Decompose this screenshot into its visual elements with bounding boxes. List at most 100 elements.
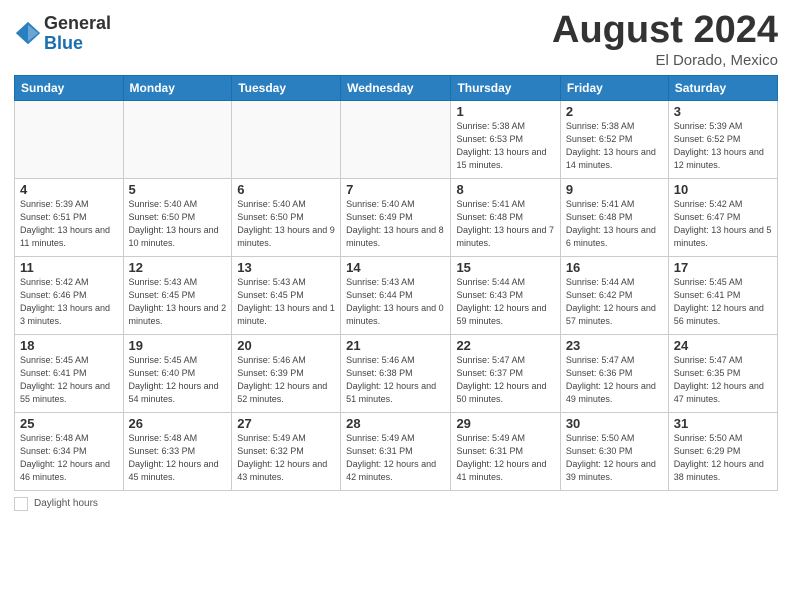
calendar-cell: 9Sunrise: 5:41 AM Sunset: 6:48 PM Daylig… <box>560 178 668 256</box>
header: General Blue August 2024 El Dorado, Mexi… <box>14 10 778 69</box>
day-number: 25 <box>20 416 118 431</box>
calendar-cell: 14Sunrise: 5:43 AM Sunset: 6:44 PM Dayli… <box>341 256 451 334</box>
day-number: 24 <box>674 338 772 353</box>
calendar-week-0: 1Sunrise: 5:38 AM Sunset: 6:53 PM Daylig… <box>15 100 778 178</box>
day-number: 15 <box>456 260 554 275</box>
calendar-cell: 25Sunrise: 5:48 AM Sunset: 6:34 PM Dayli… <box>15 412 124 490</box>
calendar-cell: 18Sunrise: 5:45 AM Sunset: 6:41 PM Dayli… <box>15 334 124 412</box>
day-info: Sunrise: 5:45 AM Sunset: 6:41 PM Dayligh… <box>674 276 772 328</box>
day-number: 18 <box>20 338 118 353</box>
title-block: August 2024 El Dorado, Mexico <box>552 10 778 69</box>
day-number: 21 <box>346 338 445 353</box>
calendar-cell: 24Sunrise: 5:47 AM Sunset: 6:35 PM Dayli… <box>668 334 777 412</box>
calendar-cell: 12Sunrise: 5:43 AM Sunset: 6:45 PM Dayli… <box>123 256 232 334</box>
daylight-label: Daylight hours <box>34 498 98 509</box>
day-info: Sunrise: 5:41 AM Sunset: 6:48 PM Dayligh… <box>566 198 663 250</box>
day-info: Sunrise: 5:46 AM Sunset: 6:39 PM Dayligh… <box>237 354 335 406</box>
calendar-cell: 7Sunrise: 5:40 AM Sunset: 6:49 PM Daylig… <box>341 178 451 256</box>
day-number: 20 <box>237 338 335 353</box>
day-info: Sunrise: 5:40 AM Sunset: 6:49 PM Dayligh… <box>346 198 445 250</box>
day-info: Sunrise: 5:49 AM Sunset: 6:31 PM Dayligh… <box>456 432 554 484</box>
day-info: Sunrise: 5:47 AM Sunset: 6:36 PM Dayligh… <box>566 354 663 406</box>
calendar-cell: 4Sunrise: 5:39 AM Sunset: 6:51 PM Daylig… <box>15 178 124 256</box>
calendar-cell: 2Sunrise: 5:38 AM Sunset: 6:52 PM Daylig… <box>560 100 668 178</box>
calendar-cell: 26Sunrise: 5:48 AM Sunset: 6:33 PM Dayli… <box>123 412 232 490</box>
day-info: Sunrise: 5:38 AM Sunset: 6:52 PM Dayligh… <box>566 120 663 172</box>
col-header-thursday: Thursday <box>451 75 560 100</box>
footer: Daylight hours <box>14 497 778 511</box>
day-info: Sunrise: 5:41 AM Sunset: 6:48 PM Dayligh… <box>456 198 554 250</box>
day-number: 5 <box>129 182 227 197</box>
day-number: 30 <box>566 416 663 431</box>
day-info: Sunrise: 5:49 AM Sunset: 6:31 PM Dayligh… <box>346 432 445 484</box>
day-number: 26 <box>129 416 227 431</box>
day-info: Sunrise: 5:42 AM Sunset: 6:46 PM Dayligh… <box>20 276 118 328</box>
col-header-monday: Monday <box>123 75 232 100</box>
day-info: Sunrise: 5:44 AM Sunset: 6:42 PM Dayligh… <box>566 276 663 328</box>
location: El Dorado, Mexico <box>552 52 778 69</box>
calendar-cell: 22Sunrise: 5:47 AM Sunset: 6:37 PM Dayli… <box>451 334 560 412</box>
day-number: 13 <box>237 260 335 275</box>
logo-blue-text: Blue <box>44 34 111 54</box>
col-header-sunday: Sunday <box>15 75 124 100</box>
calendar-week-4: 25Sunrise: 5:48 AM Sunset: 6:34 PM Dayli… <box>15 412 778 490</box>
calendar-cell: 15Sunrise: 5:44 AM Sunset: 6:43 PM Dayli… <box>451 256 560 334</box>
day-number: 27 <box>237 416 335 431</box>
calendar-cell: 31Sunrise: 5:50 AM Sunset: 6:29 PM Dayli… <box>668 412 777 490</box>
daylight-box <box>14 497 28 511</box>
logo: General Blue <box>14 14 111 54</box>
col-header-wednesday: Wednesday <box>341 75 451 100</box>
day-info: Sunrise: 5:46 AM Sunset: 6:38 PM Dayligh… <box>346 354 445 406</box>
day-number: 10 <box>674 182 772 197</box>
calendar-cell: 11Sunrise: 5:42 AM Sunset: 6:46 PM Dayli… <box>15 256 124 334</box>
day-info: Sunrise: 5:47 AM Sunset: 6:37 PM Dayligh… <box>456 354 554 406</box>
day-number: 28 <box>346 416 445 431</box>
day-number: 6 <box>237 182 335 197</box>
day-number: 4 <box>20 182 118 197</box>
day-info: Sunrise: 5:49 AM Sunset: 6:32 PM Dayligh… <box>237 432 335 484</box>
day-number: 14 <box>346 260 445 275</box>
calendar-cell: 28Sunrise: 5:49 AM Sunset: 6:31 PM Dayli… <box>341 412 451 490</box>
day-info: Sunrise: 5:40 AM Sunset: 6:50 PM Dayligh… <box>129 198 227 250</box>
calendar-cell: 16Sunrise: 5:44 AM Sunset: 6:42 PM Dayli… <box>560 256 668 334</box>
calendar-cell: 8Sunrise: 5:41 AM Sunset: 6:48 PM Daylig… <box>451 178 560 256</box>
day-info: Sunrise: 5:48 AM Sunset: 6:34 PM Dayligh… <box>20 432 118 484</box>
day-number: 19 <box>129 338 227 353</box>
logo-general-text: General <box>44 14 111 34</box>
calendar-cell <box>15 100 124 178</box>
day-info: Sunrise: 5:43 AM Sunset: 6:45 PM Dayligh… <box>237 276 335 328</box>
day-number: 2 <box>566 104 663 119</box>
calendar-cell: 13Sunrise: 5:43 AM Sunset: 6:45 PM Dayli… <box>232 256 341 334</box>
day-info: Sunrise: 5:39 AM Sunset: 6:51 PM Dayligh… <box>20 198 118 250</box>
day-number: 23 <box>566 338 663 353</box>
day-number: 8 <box>456 182 554 197</box>
calendar-cell: 21Sunrise: 5:46 AM Sunset: 6:38 PM Dayli… <box>341 334 451 412</box>
logo-icon <box>14 20 42 48</box>
calendar-cell: 6Sunrise: 5:40 AM Sunset: 6:50 PM Daylig… <box>232 178 341 256</box>
calendar-table: SundayMondayTuesdayWednesdayThursdayFrid… <box>14 75 778 491</box>
calendar-week-3: 18Sunrise: 5:45 AM Sunset: 6:41 PM Dayli… <box>15 334 778 412</box>
day-info: Sunrise: 5:50 AM Sunset: 6:29 PM Dayligh… <box>674 432 772 484</box>
day-info: Sunrise: 5:45 AM Sunset: 6:40 PM Dayligh… <box>129 354 227 406</box>
calendar-week-2: 11Sunrise: 5:42 AM Sunset: 6:46 PM Dayli… <box>15 256 778 334</box>
day-number: 31 <box>674 416 772 431</box>
day-info: Sunrise: 5:48 AM Sunset: 6:33 PM Dayligh… <box>129 432 227 484</box>
day-number: 3 <box>674 104 772 119</box>
day-info: Sunrise: 5:38 AM Sunset: 6:53 PM Dayligh… <box>456 120 554 172</box>
day-number: 16 <box>566 260 663 275</box>
calendar-cell: 10Sunrise: 5:42 AM Sunset: 6:47 PM Dayli… <box>668 178 777 256</box>
calendar-cell: 29Sunrise: 5:49 AM Sunset: 6:31 PM Dayli… <box>451 412 560 490</box>
calendar-cell: 20Sunrise: 5:46 AM Sunset: 6:39 PM Dayli… <box>232 334 341 412</box>
logo-text: General Blue <box>44 14 111 54</box>
calendar-cell: 23Sunrise: 5:47 AM Sunset: 6:36 PM Dayli… <box>560 334 668 412</box>
calendar-cell: 27Sunrise: 5:49 AM Sunset: 6:32 PM Dayli… <box>232 412 341 490</box>
day-number: 9 <box>566 182 663 197</box>
calendar-cell: 30Sunrise: 5:50 AM Sunset: 6:30 PM Dayli… <box>560 412 668 490</box>
calendar-week-1: 4Sunrise: 5:39 AM Sunset: 6:51 PM Daylig… <box>15 178 778 256</box>
calendar-cell <box>123 100 232 178</box>
day-info: Sunrise: 5:43 AM Sunset: 6:44 PM Dayligh… <box>346 276 445 328</box>
day-number: 17 <box>674 260 772 275</box>
day-number: 1 <box>456 104 554 119</box>
calendar-cell: 1Sunrise: 5:38 AM Sunset: 6:53 PM Daylig… <box>451 100 560 178</box>
day-number: 22 <box>456 338 554 353</box>
